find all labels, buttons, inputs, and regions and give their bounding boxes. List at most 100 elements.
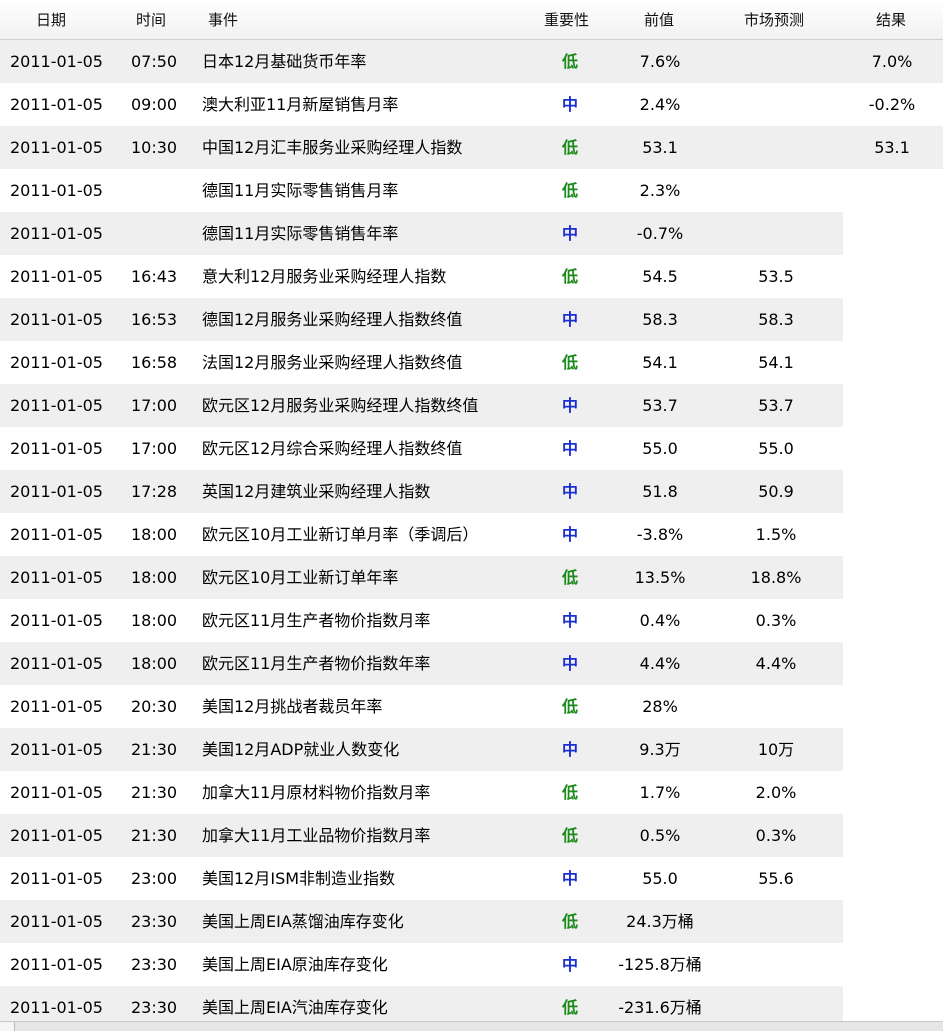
cell-forecast: 58.3 <box>758 310 794 329</box>
table-row[interactable]: 2011-01-05 21:30 美国12月ADP就业人数变化 中 9.3万 10万 <box>0 728 943 771</box>
cell-time: 10:30 <box>131 138 178 157</box>
cell-forecast <box>715 212 837 255</box>
cell-previous: 28% <box>642 697 678 716</box>
cell-importance: 低 <box>561 353 578 372</box>
cell-result <box>843 470 941 513</box>
cell-previous: 54.1 <box>642 353 678 372</box>
cell-forecast: 10万 <box>757 740 795 759</box>
table-row[interactable]: 2011-01-05 18:00 欧元区10月工业新订单月率（季调后） 中 -3.8% 1… <box>0 513 943 556</box>
cell-event: 欧元区10月工业新订单年率 <box>202 568 399 587</box>
cell-result <box>843 642 941 685</box>
cell-time: 17:00 <box>131 396 178 415</box>
header-forecast[interactable]: 市场预测 <box>744 0 804 40</box>
header-time[interactable]: 时间 <box>136 0 166 40</box>
cell-event: 德国11月实际零售销售月率 <box>202 181 399 200</box>
cell-forecast <box>715 169 837 212</box>
cell-forecast: 55.6 <box>758 869 794 888</box>
table-row[interactable]: 2011-01-05 10:30 中国12月汇丰服务业采购经理人指数 低 53.1 53.… <box>0 126 943 169</box>
cell-importance: 低 <box>561 181 578 200</box>
cell-time: 18:00 <box>131 525 178 544</box>
cell-result <box>843 427 941 470</box>
cell-result <box>843 556 941 599</box>
cell-result <box>843 513 941 556</box>
cell-forecast: 53.5 <box>758 267 794 286</box>
table-row[interactable]: 2011-01-05 16:58 法国12月服务业采购经理人指数终值 低 54.1 54.… <box>0 341 943 384</box>
cell-previous: 13.5% <box>634 568 686 587</box>
cell-date: 2011-01-05 <box>10 568 103 587</box>
table-row[interactable]: 2011-01-05 20:30 美国12月挑战者裁员年率 低 28% <box>0 685 943 728</box>
table-row[interactable]: 2011-01-05 16:43 意大利12月服务业采购经理人指数 低 54.5 53.5 <box>0 255 943 298</box>
header-event[interactable]: 事件 <box>208 0 238 40</box>
table-row[interactable]: 2011-01-05 18:00 欧元区11月生产者物价指数月率 中 0.4% 0.3% <box>0 599 943 642</box>
table-row[interactable]: 2011-01-05 23:00 美国12月ISM非制造业指数 中 55.0 55.6 <box>0 857 943 900</box>
cell-result <box>843 728 941 771</box>
cell-time: 07:50 <box>131 52 178 71</box>
table-row[interactable]: 2011-01-05 21:30 加拿大11月原材料物价指数月率 低 1.7% 2.0% <box>0 771 943 814</box>
table-row[interactable]: 2011-01-05 德国11月实际零售销售年率 中 -0.7% <box>0 212 943 255</box>
cell-previous: -125.8万桶 <box>618 955 702 974</box>
cell-previous: 53.7 <box>642 396 678 415</box>
cell-date: 2011-01-05 <box>10 611 103 630</box>
cell-event: 美国12月ADP就业人数变化 <box>202 740 400 759</box>
cell-previous: -3.8% <box>636 525 684 544</box>
header-importance[interactable]: 重要性 <box>544 0 589 40</box>
table-row[interactable]: 2011-01-05 07:50 日本12月基础货币年率 低 7.6% 7.0% <box>0 40 943 83</box>
cell-forecast: 55.0 <box>758 439 794 458</box>
table-row[interactable]: 2011-01-05 09:00 澳大利亚11月新屋销售月率 中 2.4% -0.2% <box>0 83 943 126</box>
cell-result <box>843 900 941 943</box>
cell-importance: 中 <box>561 611 578 630</box>
cell-previous: 55.0 <box>642 869 678 888</box>
cell-event: 加拿大11月原材料物价指数月率 <box>202 783 431 802</box>
cell-result <box>843 255 941 298</box>
cell-previous: 24.3万桶 <box>626 912 694 931</box>
cell-previous: 53.1 <box>642 138 678 157</box>
table-row[interactable]: 2011-01-05 17:00 欧元区12月综合采购经理人指数终值 中 55.0 55.… <box>0 427 943 470</box>
table-row[interactable]: 2011-01-05 17:00 欧元区12月服务业采购经理人指数终值 中 53.7 53… <box>0 384 943 427</box>
cell-previous: 9.3万 <box>639 740 681 759</box>
cell-date: 2011-01-05 <box>10 869 103 888</box>
table-row[interactable]: 2011-01-05 17:28 英国12月建筑业采购经理人指数 中 51.8 50.9 <box>0 470 943 513</box>
table-row[interactable]: 2011-01-05 23:30 美国上周EIA原油库存变化 中 -125.8万桶 <box>0 943 943 986</box>
cell-event: 法国12月服务业采购经理人指数终值 <box>202 353 463 372</box>
header-result[interactable]: 结果 <box>876 0 906 40</box>
cell-date: 2011-01-05 <box>10 353 103 372</box>
table-row[interactable]: 2011-01-05 18:00 欧元区10月工业新订单年率 低 13.5% 18.8% <box>0 556 943 599</box>
cell-time: 23:00 <box>131 869 178 888</box>
cell-result <box>843 943 941 986</box>
table-row[interactable]: 2011-01-05 16:53 德国12月服务业采购经理人指数终值 中 58.3 58.… <box>0 298 943 341</box>
cell-result <box>843 384 941 427</box>
cell-importance: 中 <box>561 525 578 544</box>
cell-importance: 中 <box>561 310 578 329</box>
scroll-left-arrow-icon[interactable] <box>0 1022 15 1031</box>
table-row[interactable]: 2011-01-05 21:30 加拿大11月工业品物价指数月率 低 0.5% 0.3% <box>0 814 943 857</box>
cell-previous: 54.5 <box>642 267 678 286</box>
cell-previous: -0.7% <box>636 224 684 243</box>
table-row[interactable]: 2011-01-05 18:00 欧元区11月生产者物价指数年率 中 4.4% 4.4% <box>0 642 943 685</box>
cell-forecast: 2.0% <box>755 783 797 802</box>
cell-forecast <box>715 900 837 943</box>
cell-previous: 4.4% <box>639 654 681 673</box>
header-date[interactable]: 日期 <box>36 0 66 40</box>
cell-event: 中国12月汇丰服务业采购经理人指数 <box>202 138 463 157</box>
cell-forecast: 0.3% <box>755 611 797 630</box>
table-row[interactable]: 2011-01-05 德国11月实际零售销售月率 低 2.3% <box>0 169 943 212</box>
cell-time: 21:30 <box>131 740 178 759</box>
cell-event: 美国12月ISM非制造业指数 <box>202 869 396 888</box>
cell-result <box>843 771 941 814</box>
cell-event: 意大利12月服务业采购经理人指数 <box>202 267 447 286</box>
cell-forecast <box>715 943 837 986</box>
cell-time: 17:28 <box>131 482 178 501</box>
cell-previous: 0.4% <box>639 611 681 630</box>
cell-importance: 中 <box>561 955 578 974</box>
cell-result <box>843 857 941 900</box>
cell-time: 18:00 <box>131 568 178 587</box>
cell-forecast <box>715 83 837 126</box>
header-previous[interactable]: 前值 <box>644 0 674 40</box>
cell-time: 18:00 <box>131 611 178 630</box>
cell-importance: 中 <box>561 740 578 759</box>
calendar-table-body: 2011-01-05 07:50 日本12月基础货币年率低 7.6% 7.0% 2011-… <box>0 40 943 1029</box>
table-row[interactable]: 2011-01-05 23:30 美国上周EIA蒸馏油库存变化 低 24.3万桶 <box>0 900 943 943</box>
cell-date: 2011-01-05 <box>10 396 103 415</box>
horizontal-scrollbar[interactable] <box>0 1021 943 1031</box>
cell-forecast: 18.8% <box>750 568 802 587</box>
